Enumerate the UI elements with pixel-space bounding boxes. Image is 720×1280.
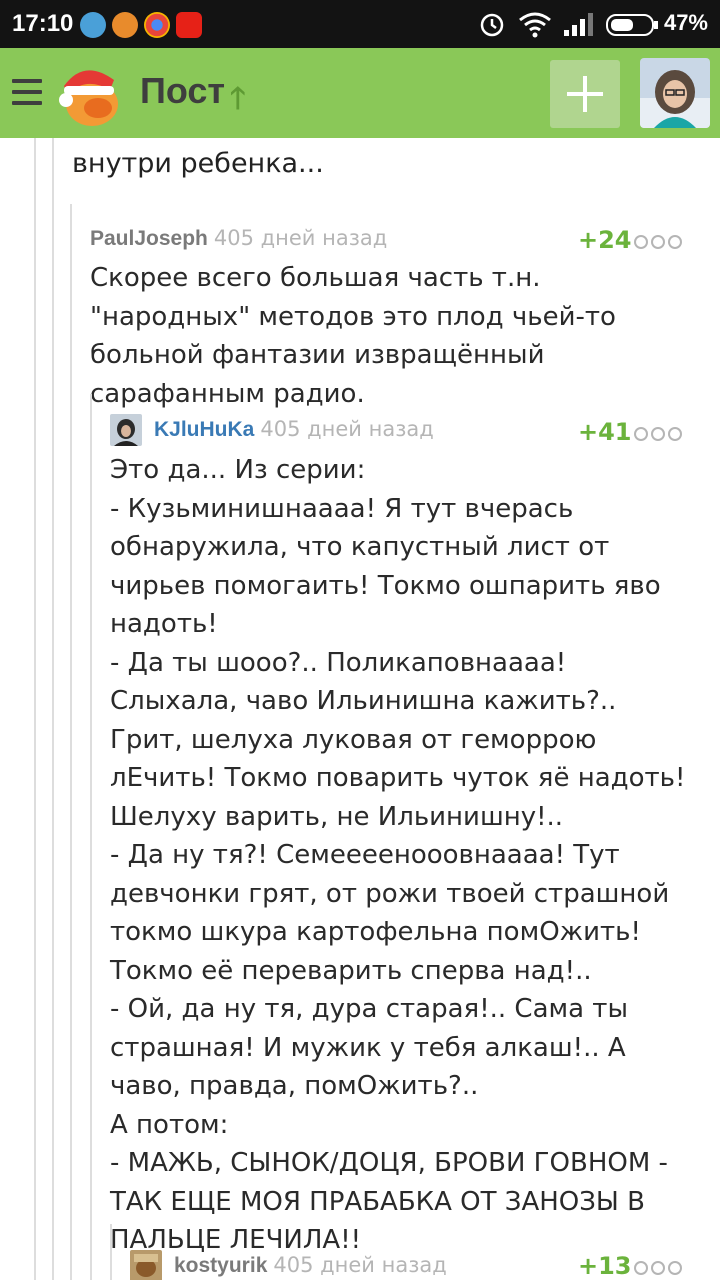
signal-icon [564, 13, 593, 36]
comment-author[interactable]: KJluHuKa [154, 418, 254, 441]
comment-score: +13 [578, 1252, 632, 1280]
comment-time: 405 дней назад [273, 1253, 447, 1277]
author-avatar[interactable] [110, 414, 142, 446]
comment-score: +41 [578, 418, 632, 446]
comment-text: Это да... Из серии: - Кузьминишнаааа! Я … [110, 455, 686, 1255]
comment-time: 405 дней назад [213, 226, 388, 250]
avatar-image [640, 58, 710, 128]
comment-header: PaulJoseph 405 дней назад [90, 226, 387, 260]
pikabu-logo[interactable] [56, 56, 126, 130]
author-avatar[interactable] [130, 1250, 162, 1280]
arrow-up-icon[interactable]: 🡑 [230, 76, 246, 127]
more-icon[interactable] [634, 234, 688, 249]
status-time: 17:10 [12, 10, 74, 37]
comment-author[interactable]: kostyurik [174, 1254, 267, 1277]
battery-percent: 47% [663, 10, 708, 35]
comment-text: Скорее всего большая часть т.н. "народны… [90, 263, 616, 409]
user-avatar[interactable] [640, 58, 710, 128]
weather-app-icon [80, 12, 106, 38]
comment-header: KJluHuKa 405 дней назад [110, 414, 434, 448]
thread-line [110, 1224, 112, 1280]
thread-line [70, 204, 72, 1280]
app-bar: Пост 🡑 [0, 48, 720, 138]
comment-time: 405 дней назад [260, 417, 434, 441]
status-bar: 17:10 47% [0, 0, 720, 48]
thread-line [34, 138, 36, 1280]
comment-score: +24 [578, 226, 632, 254]
parent-comment-text: внутри ребенка... [72, 148, 324, 179]
youtube-icon [176, 12, 202, 38]
alarm-icon [480, 13, 504, 37]
app-notification-icon [112, 12, 138, 38]
comment-author[interactable]: PaulJoseph [90, 227, 208, 250]
thread-line [52, 138, 54, 1280]
chrome-icon [144, 12, 170, 38]
comment-header: kostyurik 405 дней назад [130, 1250, 447, 1280]
page-title: Пост [140, 70, 226, 111]
comments-thread: внутри ребенка... PaulJoseph 405 дней наз… [0, 138, 720, 1280]
menu-icon[interactable] [12, 79, 42, 105]
wifi-icon [519, 12, 551, 38]
more-icon[interactable] [634, 426, 688, 441]
thread-line [90, 394, 92, 1280]
more-icon[interactable] [634, 1260, 688, 1275]
add-post-button[interactable] [550, 60, 620, 128]
battery-icon [606, 14, 658, 36]
